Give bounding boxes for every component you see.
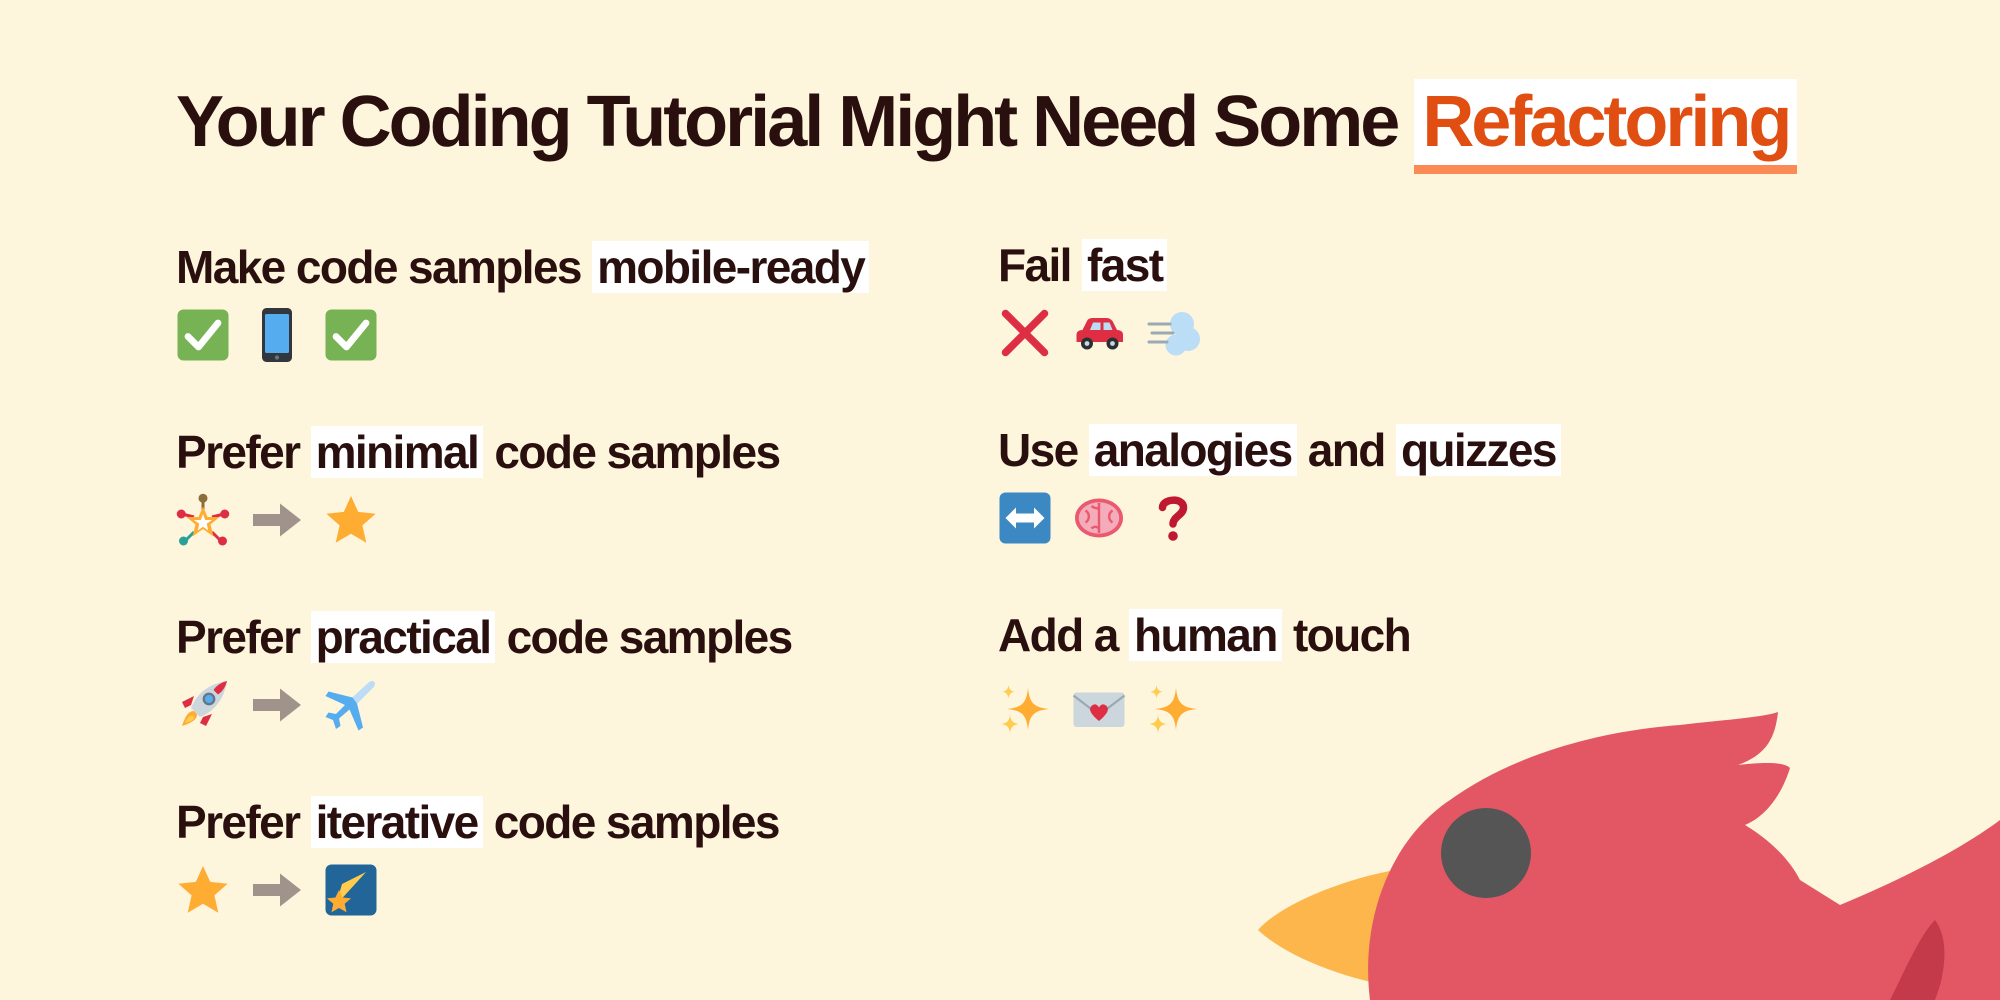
sparkles-icon — [1001, 685, 1049, 733]
check-mark-icon — [325, 309, 377, 361]
tip-text: code samples — [493, 796, 781, 848]
tip-icons — [998, 491, 1561, 545]
star-icon — [326, 496, 376, 543]
love-letter-icon — [1072, 692, 1126, 727]
tip-heading: Prefer iterative code samples — [176, 789, 781, 855]
tip-practical: Prefer practical code samples — [176, 604, 794, 732]
title-prefix: Your Coding Tutorial Might Need Some — [176, 82, 1400, 162]
tip-text: Prefer — [176, 611, 301, 663]
title-accent: Refactoring — [1414, 79, 1798, 174]
tip-heading: Prefer minimal code samples — [176, 419, 781, 485]
right-arrow-icon — [253, 873, 301, 907]
check-mark-icon — [177, 309, 229, 361]
tip-heading: Fail fast — [998, 232, 1200, 298]
tip-heading: Use analogies and quizzes — [998, 417, 1561, 483]
mobile-phone-icon — [262, 308, 292, 362]
tip-mobile-ready: Make code samples mobile-ready — [176, 234, 870, 362]
tip-text: Prefer — [176, 796, 301, 848]
tip-highlight: minimal — [310, 426, 484, 478]
tip-text: and — [1307, 424, 1387, 476]
sparkles-icon — [1149, 685, 1197, 733]
tip-heading: Prefer practical code samples — [176, 604, 794, 670]
right-arrow-icon — [253, 503, 301, 537]
bird-eye — [1441, 808, 1531, 898]
tip-highlight: quizzes — [1395, 424, 1561, 476]
tip-iterative: Prefer iterative code samples — [176, 789, 781, 917]
tip-highlight: mobile-ready — [592, 241, 870, 293]
tip-highlight: practical — [310, 611, 496, 663]
star-icon — [178, 866, 228, 913]
left-right-arrow-icon — [999, 492, 1051, 544]
tip-text: Prefer — [176, 426, 301, 478]
tip-highlight: iterative — [310, 796, 483, 848]
tip-text: code samples — [506, 611, 794, 663]
tip-highlight: human — [1128, 609, 1282, 661]
tip-icons — [176, 493, 779, 547]
tip-fail-fast: Fail fast — [998, 232, 1200, 360]
tip-text: touch — [1292, 609, 1412, 661]
tip-text: Make code samples — [176, 241, 583, 293]
tip-heading: Add a human touch — [998, 602, 1412, 668]
tip-text: Add a — [998, 609, 1119, 661]
tip-text: Fail — [998, 239, 1072, 291]
rocket-icon — [182, 681, 227, 726]
tip-icons — [176, 863, 779, 917]
cross-mark-icon — [1001, 309, 1049, 357]
tip-highlight: fast — [1082, 239, 1168, 291]
car-icon — [1076, 318, 1123, 350]
tip-highlight: analogies — [1088, 424, 1297, 476]
question-mark-icon — [1158, 496, 1188, 541]
dash-icon — [1147, 312, 1200, 356]
shooting-star-icon — [325, 864, 377, 916]
airplane-icon — [325, 681, 375, 731]
tip-analogies-quizzes: Use analogies and quizzes — [998, 417, 1561, 545]
tip-icons — [998, 306, 1200, 360]
bird-illustration — [1258, 712, 2000, 1000]
brain-icon — [1075, 498, 1123, 538]
tip-icons — [176, 308, 869, 362]
tip-minimal: Prefer minimal code samples — [176, 419, 781, 547]
complex-star-icon — [176, 493, 230, 546]
page-title: Your Coding Tutorial Might Need Some Ref… — [176, 76, 1798, 174]
tip-heading: Make code samples mobile-ready — [176, 234, 870, 300]
tip-text: code samples — [494, 426, 781, 478]
right-arrow-icon — [253, 688, 301, 722]
tip-text: Use — [998, 424, 1079, 476]
tip-icons — [176, 678, 792, 732]
